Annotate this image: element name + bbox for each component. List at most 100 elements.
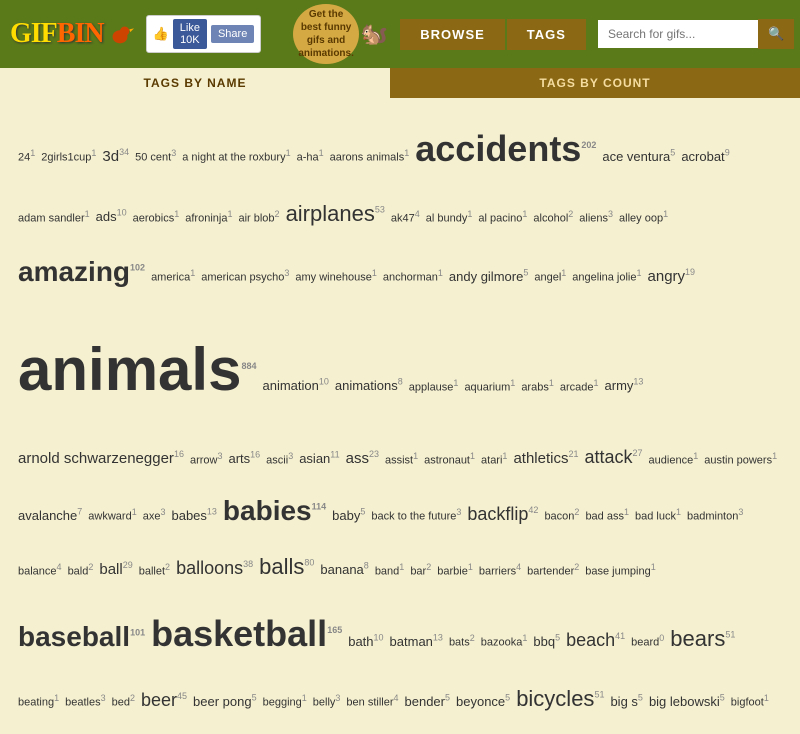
tag-item[interactable]: batman13: [390, 628, 443, 657]
tag-item[interactable]: attack27: [584, 438, 642, 478]
tag-item[interactable]: 241: [18, 144, 35, 170]
tag-item[interactable]: american psycho3: [201, 264, 289, 290]
tab-by-name[interactable]: TAGS BY NAME: [0, 68, 390, 98]
tag-item[interactable]: balance4: [18, 558, 62, 584]
tag-item[interactable]: backflip42: [467, 495, 538, 535]
like-button[interactable]: Like 10K: [173, 19, 207, 49]
tag-item[interactable]: bartender2: [527, 558, 579, 584]
tag-item[interactable]: beating1: [18, 689, 59, 715]
tag-item[interactable]: baby5: [332, 502, 365, 531]
tag-item[interactable]: babies114: [223, 480, 326, 542]
logo[interactable]: GIFBIN: [10, 20, 134, 48]
tag-item[interactable]: big s5: [610, 688, 642, 717]
tag-item[interactable]: assist1: [385, 447, 418, 473]
search-button[interactable]: 🔍: [758, 19, 794, 49]
tag-item[interactable]: banana8: [320, 556, 368, 585]
tag-item[interactable]: aerobics1: [133, 205, 180, 231]
tag-item[interactable]: angry19: [648, 260, 696, 293]
tab-by-count[interactable]: TAGS BY COUNT: [390, 68, 800, 98]
browse-button[interactable]: BROWSE: [400, 19, 505, 50]
tag-item[interactable]: bbq5: [533, 628, 560, 657]
tag-item[interactable]: base jumping1: [585, 558, 655, 584]
tag-item[interactable]: bar2: [410, 558, 431, 584]
tag-item[interactable]: bed2: [112, 689, 135, 715]
tag-item[interactable]: army13: [605, 372, 644, 401]
tag-item[interactable]: 2girls1cup1: [41, 144, 96, 170]
tag-item[interactable]: bacon2: [544, 503, 579, 529]
tag-item[interactable]: andy gilmore5: [449, 263, 528, 292]
tag-item[interactable]: air blob2: [238, 205, 279, 231]
tag-item[interactable]: airplanes53: [286, 190, 385, 238]
tag-item[interactable]: atari1: [481, 447, 507, 473]
tag-item[interactable]: a-ha1: [297, 144, 324, 170]
tag-item[interactable]: aliens3: [579, 205, 613, 231]
tag-item[interactable]: animations8: [335, 372, 403, 401]
tag-item[interactable]: anchorman1: [383, 264, 443, 290]
tag-item[interactable]: audience1: [649, 447, 699, 473]
tag-item[interactable]: bath10: [348, 628, 383, 657]
tag-item[interactable]: axe3: [143, 503, 166, 529]
tag-item[interactable]: babes13: [171, 502, 216, 531]
tag-item[interactable]: beyonce5: [456, 688, 510, 717]
tag-item[interactable]: accidents202: [415, 109, 596, 188]
tag-item[interactable]: ascii3: [266, 447, 293, 473]
tag-item[interactable]: balls80: [259, 543, 314, 591]
tag-item[interactable]: beer pong5: [193, 688, 257, 717]
tag-item[interactable]: arcade1: [560, 374, 599, 400]
tag-item[interactable]: bigfoot1: [731, 689, 769, 715]
tag-item[interactable]: ass23: [346, 442, 379, 475]
tag-item[interactable]: animals884: [18, 304, 256, 436]
tag-item[interactable]: al bundy1: [426, 205, 473, 231]
tag-item[interactable]: arts16: [228, 445, 260, 474]
tag-item[interactable]: barbie1: [437, 558, 473, 584]
tag-item[interactable]: basketball165: [151, 594, 342, 673]
tag-item[interactable]: america1: [151, 264, 195, 290]
tag-item[interactable]: applause1: [409, 374, 459, 400]
tag-item[interactable]: bicycles51: [516, 675, 604, 723]
tag-item[interactable]: adam sandler1: [18, 205, 90, 231]
tag-item[interactable]: beer45: [141, 681, 187, 721]
tag-item[interactable]: bender5: [405, 688, 451, 717]
tag-item[interactable]: bald2: [68, 558, 94, 584]
tag-item[interactable]: asian11: [299, 445, 339, 474]
tag-item[interactable]: ben stiller4: [346, 689, 398, 715]
tag-item[interactable]: bad luck1: [635, 503, 681, 529]
tag-item[interactable]: bad ass1: [585, 503, 629, 529]
search-input[interactable]: [598, 20, 758, 48]
tag-item[interactable]: belly3: [313, 689, 341, 715]
tag-item[interactable]: badminton3: [687, 503, 743, 529]
tag-item[interactable]: bazooka1: [481, 629, 528, 655]
tag-item[interactable]: avalanche7: [18, 502, 82, 531]
tag-item[interactable]: baseball101: [18, 606, 145, 668]
tag-item[interactable]: balloons38: [176, 549, 253, 589]
tag-item[interactable]: athletics21: [513, 442, 578, 475]
tag-item[interactable]: austin powers1: [704, 447, 777, 473]
tag-item[interactable]: 50 cent3: [135, 144, 176, 170]
tag-item[interactable]: ballet2: [139, 558, 170, 584]
tag-item[interactable]: barriers4: [479, 558, 521, 584]
tag-item[interactable]: arabs1: [521, 374, 554, 400]
tag-item[interactable]: ace ventura5: [602, 143, 675, 172]
tag-item[interactable]: beard0: [631, 629, 664, 655]
tag-item[interactable]: band1: [375, 558, 405, 584]
tag-item[interactable]: alley oop1: [619, 205, 668, 231]
tag-item[interactable]: ak474: [391, 205, 420, 231]
tag-item[interactable]: aarons animals1: [330, 144, 410, 170]
tag-item[interactable]: bats2: [449, 629, 475, 655]
tag-item[interactable]: 3d34: [102, 140, 129, 173]
tag-item[interactable]: a night at the roxbury1: [182, 144, 290, 170]
tag-item[interactable]: big lebowski5: [649, 688, 725, 717]
tag-item[interactable]: aquarium1: [464, 374, 515, 400]
tag-item[interactable]: bears51: [670, 615, 735, 663]
tag-item[interactable]: amazing102: [18, 241, 145, 303]
tag-item[interactable]: amy winehouse1: [295, 264, 376, 290]
tag-item[interactable]: beatles3: [65, 689, 106, 715]
share-button[interactable]: Share: [211, 25, 254, 43]
tag-item[interactable]: ads10: [96, 203, 127, 232]
tag-item[interactable]: alcohol2: [533, 205, 573, 231]
tag-item[interactable]: begging1: [263, 689, 307, 715]
tag-item[interactable]: acrobat9: [681, 143, 729, 172]
tag-item[interactable]: arrow3: [190, 447, 223, 473]
tag-item[interactable]: astronaut1: [424, 447, 475, 473]
tag-item[interactable]: arnold schwarzenegger16: [18, 442, 184, 475]
